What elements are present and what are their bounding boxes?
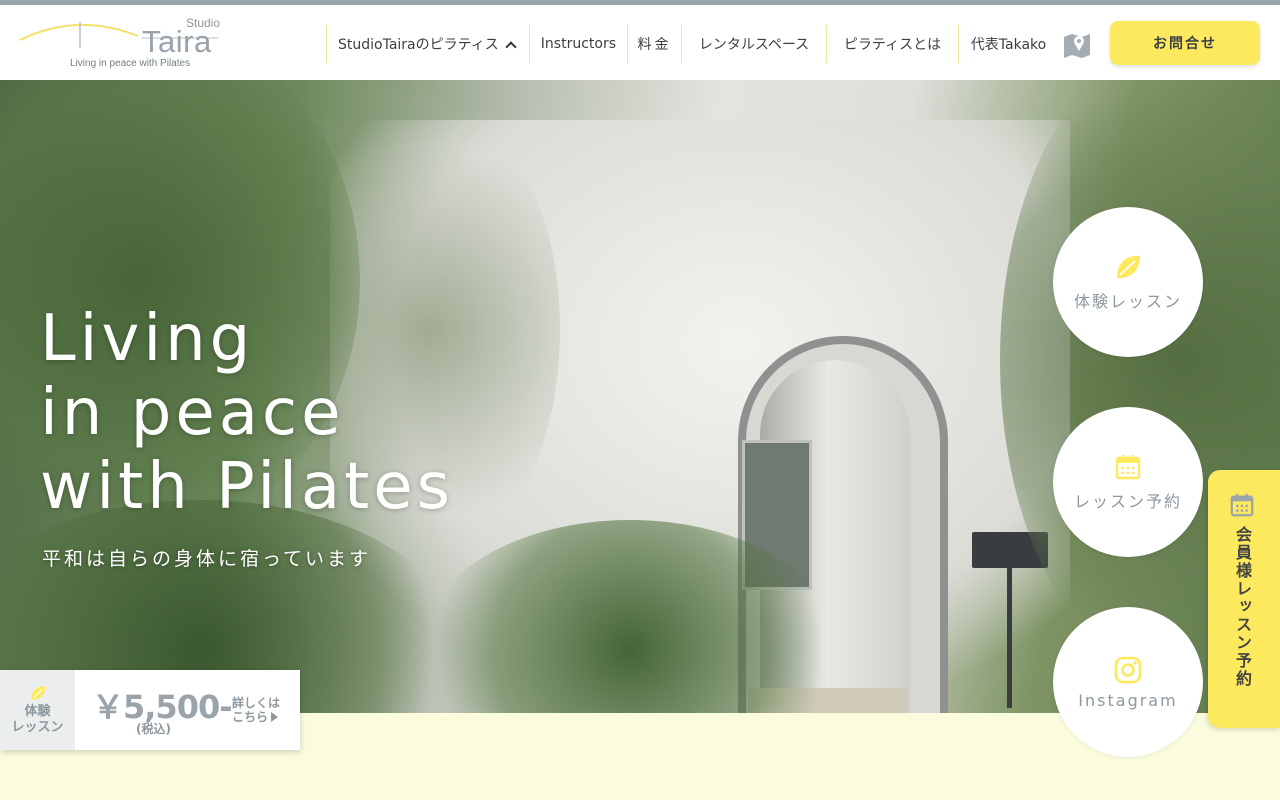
hero-title: Living in peace with Pilates (40, 302, 454, 524)
nav-item-label: Instructors (540, 36, 617, 52)
trial-tax-note: (税込) (136, 722, 171, 736)
nav-item-about-pilates[interactable]: ピラティスとは (826, 25, 958, 63)
instagram-label: Instagram (1078, 690, 1178, 710)
lesson-booking-button[interactable]: レッスン予約 (1053, 407, 1203, 557)
nav-item-rental-space[interactable]: レンタルスペース (681, 25, 826, 63)
site-header: Studio Taira Living in peace with Pilate… (0, 5, 1280, 80)
hero-subtitle: 平和は自らの身体に宿っています (42, 548, 372, 570)
trial-card-label-block: 体験 レッスン (0, 670, 75, 750)
logo-tagline: Living in peace with Pilates (70, 58, 191, 69)
instagram-button[interactable]: Instagram (1053, 607, 1203, 757)
trial-details-link[interactable]: 詳しくは こちら (232, 696, 280, 724)
chevron-up-icon (505, 40, 517, 53)
trial-card-label-line: レッスン (11, 720, 64, 735)
nav-item-representative[interactable]: 代表Takako (958, 25, 1058, 63)
member-booking-tab[interactable]: 会員様レッスン予約 (1208, 470, 1280, 728)
trial-price-card[interactable]: 体験 レッスン ￥5,500- (税込) 詳しくは こちら (0, 670, 300, 750)
nav-item-instructors[interactable]: Instructors (528, 25, 627, 63)
nav-item-label: 料金 (637, 37, 672, 53)
site-logo[interactable]: Studio Taira Living in peace with Pilate… (18, 14, 228, 76)
member-booking-label: 会員様レッスン予約 (1233, 526, 1252, 688)
contact-button[interactable]: お問合せ (1110, 21, 1260, 65)
map-icon[interactable] (1062, 31, 1092, 59)
instagram-icon (1113, 655, 1143, 685)
trial-lesson-button[interactable]: 体験レッスン (1053, 207, 1203, 357)
hero-signpost (1007, 568, 1012, 708)
hero-title-line: in peace (40, 376, 345, 450)
trial-lesson-label: 体験レッスン (1073, 292, 1182, 311)
nav-item-label: StudioTairaのピラティス (338, 37, 499, 53)
main-nav: StudioTairaのピラティス Instructors 料金 レンタルスペー… (326, 25, 1058, 63)
trial-details-line: 詳しくは (232, 696, 281, 710)
hero-title-line: with Pilates (40, 450, 454, 524)
nav-item-label: 代表Takako (970, 37, 1047, 53)
trial-card-label-line: 体験 (24, 704, 51, 719)
nav-item-pricing[interactable]: 料金 (627, 25, 681, 63)
lesson-booking-label: レッスン予約 (1073, 492, 1182, 511)
nav-item-label: ピラティスとは (843, 37, 942, 53)
trial-details-line: こちら (232, 710, 269, 724)
calendar-icon (1229, 492, 1255, 518)
leaf-icon (29, 684, 47, 702)
hero-title-line: Living (40, 302, 255, 376)
leaf-icon (1113, 252, 1143, 282)
calendar-icon (1113, 452, 1143, 482)
logo-name-text: Taira (142, 24, 212, 59)
nav-item-studio-pilates[interactable]: StudioTairaのピラティス (326, 25, 529, 63)
nav-item-label: レンタルスペース (698, 37, 810, 53)
triangle-right-icon (271, 712, 279, 722)
